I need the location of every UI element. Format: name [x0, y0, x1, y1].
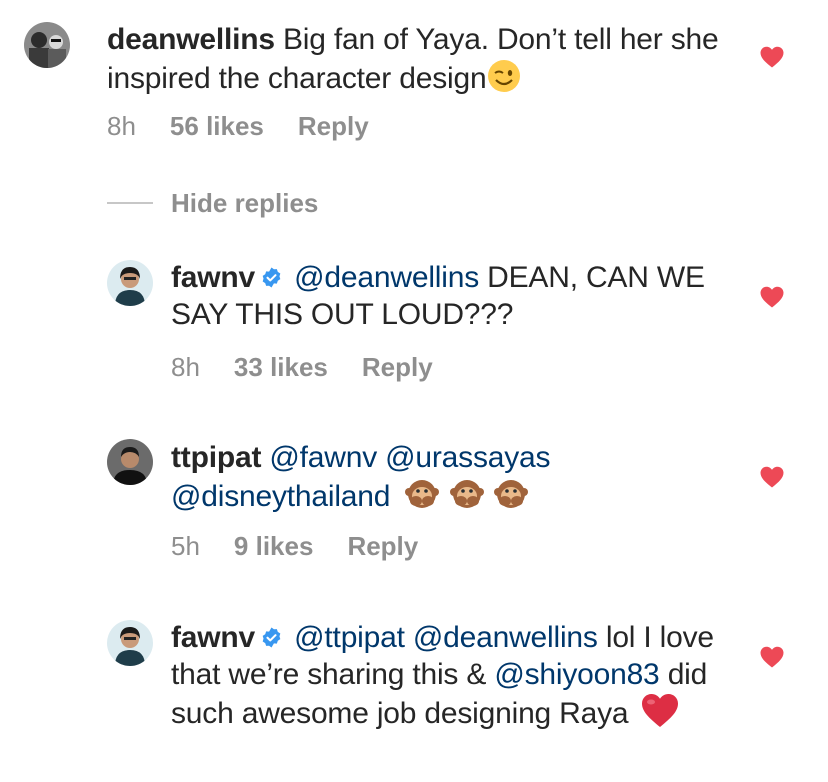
- likes-count[interactable]: 9 likes: [234, 531, 314, 561]
- avatar[interactable]: [24, 22, 70, 68]
- comment-thread: deanwellins Big fan of Yaya. Don’t tell …: [0, 0, 828, 782]
- red-heart-icon: [641, 693, 679, 738]
- comment-username[interactable]: fawnv: [171, 261, 255, 294]
- verified-badge-icon: [261, 627, 282, 648]
- likes-count[interactable]: 33 likes: [234, 352, 328, 382]
- comment-username[interactable]: deanwellins: [107, 23, 275, 56]
- likes-count[interactable]: 56 likes: [170, 111, 264, 141]
- avatar[interactable]: [107, 439, 153, 485]
- mention-link[interactable]: @urassayas: [385, 441, 550, 474]
- speak-no-evil-monkey-icon: [493, 476, 529, 521]
- speak-no-evil-monkey-icon: [449, 476, 485, 521]
- speak-no-evil-monkey-icon: [404, 476, 440, 521]
- heart-icon[interactable]: [760, 286, 784, 308]
- divider: [107, 202, 153, 204]
- comment-username[interactable]: ttpipat: [171, 441, 261, 474]
- mention-link[interactable]: @shiyoon83: [494, 658, 659, 691]
- mention-link[interactable]: @fawnv: [269, 441, 377, 474]
- heart-icon[interactable]: [760, 46, 784, 68]
- reply-button[interactable]: Reply: [298, 111, 369, 141]
- mention-link[interactable]: @ttpipat: [294, 621, 405, 654]
- hide-replies-button[interactable]: Hide replies: [107, 186, 318, 220]
- avatar[interactable]: [107, 620, 153, 666]
- mention-link[interactable]: @deanwellins: [413, 621, 598, 654]
- comment-timestamp: 8h: [107, 111, 136, 141]
- reply-button[interactable]: Reply: [362, 352, 433, 382]
- comment-username[interactable]: fawnv: [171, 621, 255, 654]
- comment-timestamp: 8h: [171, 352, 200, 382]
- reply-button[interactable]: Reply: [347, 531, 418, 561]
- heart-icon[interactable]: [760, 466, 784, 488]
- mention-link[interactable]: @deanwellins: [294, 261, 479, 294]
- mention-link[interactable]: @disneythailand: [171, 480, 390, 513]
- verified-badge-icon: [261, 267, 282, 288]
- hide-replies-label: Hide replies: [171, 187, 319, 218]
- avatar[interactable]: [107, 260, 153, 306]
- winking-face-icon: [486, 58, 522, 103]
- comment-timestamp: 5h: [171, 531, 200, 561]
- heart-icon[interactable]: [760, 646, 784, 668]
